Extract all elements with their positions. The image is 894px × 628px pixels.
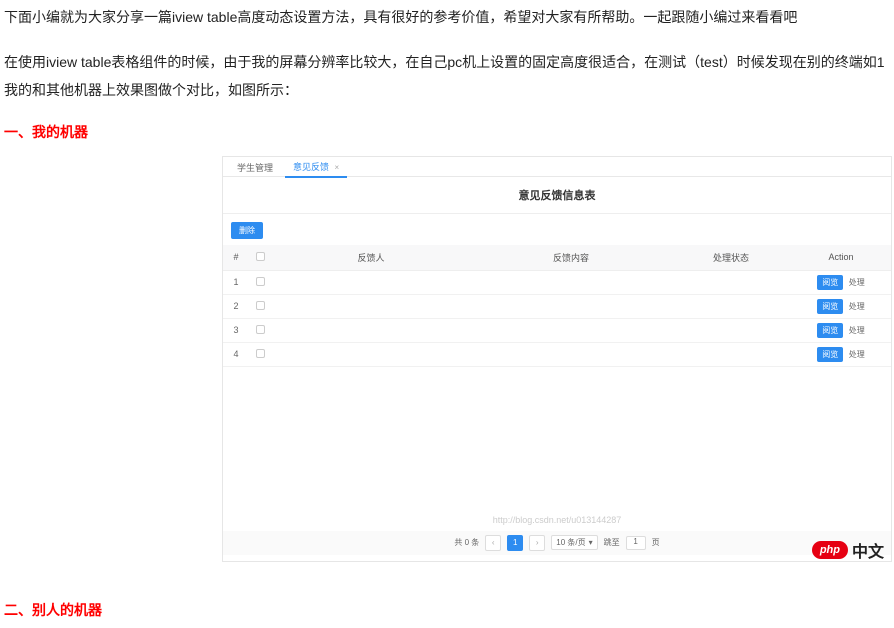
table-toolbar: 删除 [223, 214, 891, 245]
page-size-select[interactable]: 10 条/页 ▾ [551, 535, 597, 550]
handle-link[interactable]: 处理 [849, 278, 865, 287]
row-checkbox[interactable] [256, 349, 265, 358]
next-page-button[interactable]: › [529, 535, 545, 551]
goto-suffix: 页 [652, 537, 660, 548]
cell-status [671, 270, 791, 294]
tab-feedback-label: 意见反馈 [293, 162, 329, 172]
table-row: 4 阅览 处理 [223, 342, 891, 366]
tabs-bar: 学生管理 意见反馈 × [223, 157, 891, 177]
delete-button[interactable]: 删除 [231, 222, 263, 239]
row-checkbox[interactable] [256, 277, 265, 286]
col-header-action: Action [791, 245, 891, 271]
tab-feedback[interactable]: 意见反馈 × [285, 157, 347, 178]
table-row: 1 阅览 处理 [223, 270, 891, 294]
page-size-value: 10 条/页 [556, 537, 585, 548]
cell-person [271, 270, 471, 294]
col-header-index: # [223, 245, 249, 271]
tab-students[interactable]: 学生管理 [229, 158, 281, 177]
col-header-person: 反馈人 [271, 245, 471, 271]
panel-title: 意见反馈信息表 [223, 177, 891, 214]
page-number-button[interactable]: 1 [507, 535, 523, 551]
close-icon[interactable]: × [335, 163, 340, 172]
col-header-status: 处理状态 [671, 245, 791, 271]
section-heading-other-machine: 二、别人的机器 [4, 600, 890, 620]
col-header-content: 反馈内容 [471, 245, 671, 271]
col-header-checkbox [249, 245, 271, 271]
cell-index: 4 [223, 342, 249, 366]
screenshot-mine: 学生管理 意见反馈 × 意见反馈信息表 删除 # 反馈人 反馈内容 处理状态 A… [222, 156, 892, 562]
intro-paragraph-3: 我的和其他机器上效果图做个对比，如图所示： [4, 77, 890, 104]
section-heading-my-machine: 一、我的机器 [4, 122, 890, 142]
brand-cn-text: 中文 [852, 538, 884, 562]
table-row: 2 阅览 处理 [223, 294, 891, 318]
watermark-text: http://blog.csdn.net/u013144287 [493, 515, 622, 525]
intro-paragraph-1: 下面小编就为大家分享一篇iview table高度动态设置方法，具有很好的参考价… [4, 4, 890, 31]
handle-link[interactable]: 处理 [849, 302, 865, 311]
pagination: 共 0 条 ‹ 1 › 10 条/页 ▾ 跳至 1 页 [223, 531, 891, 555]
handle-link[interactable]: 处理 [849, 350, 865, 359]
chevron-down-icon: ▾ [589, 538, 593, 547]
intro-paragraph-2: 在使用iview table表格组件的时候，由于我的屏幕分辨率比较大，在自己pc… [4, 49, 890, 76]
row-checkbox[interactable] [256, 301, 265, 310]
table-row: 3 阅览 处理 [223, 318, 891, 342]
php-badge: php [812, 541, 848, 559]
view-button[interactable]: 阅览 [817, 323, 843, 338]
feedback-table: # 反馈人 反馈内容 处理状态 Action 1 阅览 [223, 245, 891, 367]
view-button[interactable]: 阅览 [817, 275, 843, 290]
table-header-row: # 反馈人 反馈内容 处理状态 Action [223, 245, 891, 271]
handle-link[interactable]: 处理 [849, 326, 865, 335]
goto-page-input[interactable]: 1 [626, 536, 646, 550]
cell-content [471, 270, 671, 294]
brand-logo: php 中文 [812, 538, 884, 562]
goto-label: 跳至 [604, 537, 620, 548]
view-button[interactable]: 阅览 [817, 299, 843, 314]
cell-index: 3 [223, 318, 249, 342]
cell-actions: 阅览 处理 [791, 270, 891, 294]
checkbox-all[interactable] [256, 252, 265, 261]
view-button[interactable]: 阅览 [817, 347, 843, 362]
pagination-total: 共 0 条 [454, 537, 479, 548]
article-body: 下面小编就为大家分享一篇iview table高度动态设置方法，具有很好的参考价… [0, 0, 894, 104]
row-checkbox[interactable] [256, 325, 265, 334]
cell-index: 1 [223, 270, 249, 294]
prev-page-button[interactable]: ‹ [485, 535, 501, 551]
cell-index: 2 [223, 294, 249, 318]
